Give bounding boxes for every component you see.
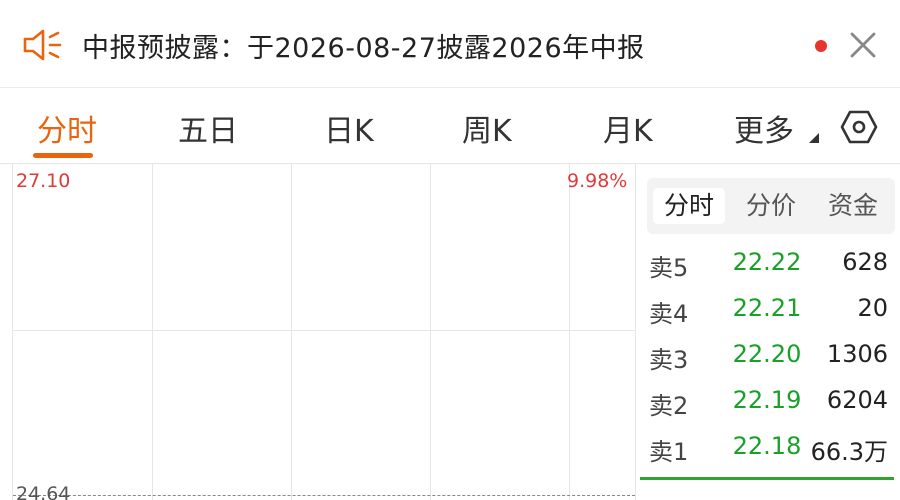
ptab-price-volume[interactable]: 分价 (735, 188, 807, 224)
ask-price: 22.21 (732, 294, 802, 322)
tab-monthly-k[interactable]: 月K (603, 106, 653, 150)
ask-row[interactable]: 卖3 22.20 1306 (637, 334, 900, 374)
tab-more[interactable]: 更多 (734, 106, 794, 150)
tab-five-day[interactable]: 五日 (178, 106, 238, 150)
disclosure-notice-bar[interactable]: 中报预披露：于2026-08-27披露2026年中报 (0, 0, 900, 88)
ptab-intraday[interactable]: 分时 (653, 188, 725, 224)
prev-close-line (13, 495, 635, 496)
ask-row[interactable]: 卖5 22.22 628 (637, 242, 900, 282)
ask-row[interactable]: 卖2 22.19 6204 (637, 380, 900, 420)
tab-intraday[interactable]: 分时 (37, 106, 97, 150)
speaker-icon (23, 29, 62, 61)
ask-price: 22.20 (732, 340, 802, 368)
ask-level-label: 卖3 (649, 346, 689, 374)
ask-volume: 1306 (826, 340, 888, 368)
ask-level-label: 卖4 (649, 300, 689, 328)
notice-text: 中报预披露：于2026-08-27披露2026年中报 (82, 33, 645, 64)
tab-weekly-k[interactable]: 周K (462, 106, 512, 150)
ask-row[interactable]: 卖4 22.21 20 (637, 288, 900, 328)
price-high-label: 27.10 (16, 170, 71, 192)
ask-level-label: 卖1 (649, 438, 689, 466)
close-icon[interactable] (846, 28, 880, 62)
intraday-chart[interactable]: 27.10 9.98% 24.64 (12, 164, 636, 500)
ask-price: 22.18 (732, 432, 802, 460)
ask-volume: 6204 (826, 386, 888, 414)
price-base-label: 24.64 (16, 483, 71, 500)
ask-volume: 66.3万 (810, 438, 888, 466)
ask-level-label: 卖5 (649, 254, 689, 282)
ptab-capital-flow[interactable]: 资金 (817, 188, 889, 224)
hexagon-settings-icon[interactable] (840, 108, 878, 146)
chart-period-tabs: 分时 五日 日K 周K 月K 更多 (0, 88, 900, 164)
ask-price: 22.19 (732, 386, 802, 414)
tab-daily-k[interactable]: 日K (324, 106, 374, 150)
unread-dot (815, 40, 827, 52)
orderbook-tabs: 分时 分价 资金 (647, 178, 895, 234)
bid-ask-divider (640, 477, 894, 480)
ask-row[interactable]: 卖1 22.18 66.3万 (637, 426, 900, 466)
ask-volume: 628 (842, 248, 888, 276)
caret-down-icon (809, 133, 819, 143)
ask-level-label: 卖2 (649, 392, 689, 420)
active-tab-indicator (33, 153, 93, 158)
ask-price: 22.22 (732, 248, 802, 276)
pct-high-label: 9.98% (567, 170, 628, 192)
ask-volume: 20 (857, 294, 888, 322)
orderbook-panel: 分时 分价 资金 卖5 22.22 628 卖4 22.21 20 卖3 22.… (637, 164, 900, 500)
